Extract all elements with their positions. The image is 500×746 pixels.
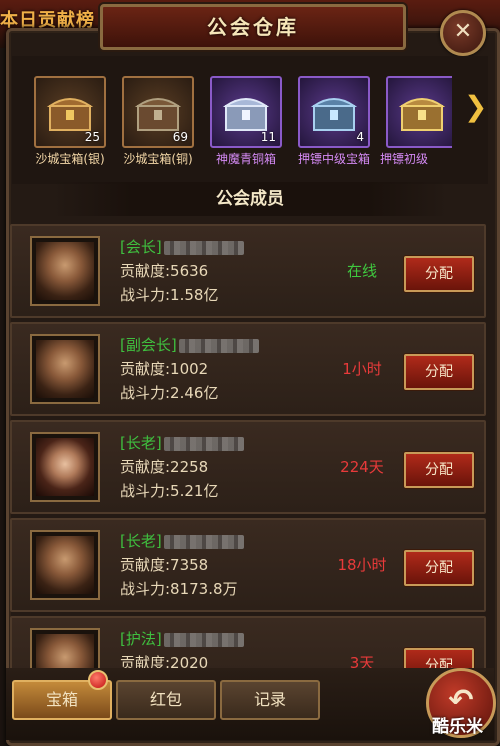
avatar (30, 628, 100, 668)
member-rank: [护法] (120, 628, 244, 649)
window-title: 公会仓库 (207, 15, 299, 39)
member-rank: [副会长] (120, 334, 259, 355)
member-status: 18小时 (337, 556, 387, 574)
assign-button[interactable]: 分配 (404, 550, 474, 586)
blurred-name (178, 338, 259, 353)
member-rank: [长老] (120, 530, 244, 551)
member-contribution: 贡献度:2258 (120, 458, 209, 476)
female-avatar-icon (36, 438, 94, 496)
item-frame: 11 (210, 76, 282, 148)
member-contribution: 贡献度:1002 (120, 360, 209, 378)
member-row: [长老] 贡献度:7358 战斗力:8173.8万 18小时 分配 (10, 518, 486, 612)
rank-label: [护法] (120, 630, 162, 648)
tab-record[interactable]: 记录 (220, 680, 320, 720)
steel-chest-icon (310, 98, 358, 131)
tab-red-packet[interactable]: 红包 (116, 680, 216, 720)
assign-button[interactable]: 分配 (404, 256, 474, 292)
item-name: 押镖中级宝箱 (297, 152, 370, 166)
assign-button[interactable]: 分配 (404, 648, 474, 668)
member-row: [长老] 贡献度:2258 战斗力:5.21亿 224天 分配 (10, 420, 486, 514)
item-frame: 25 (34, 76, 106, 148)
member-status: 224天 (340, 458, 384, 476)
member-contribution: 贡献度:7358 (120, 556, 209, 574)
item-slot[interactable]: 4 押镖中级宝箱 (292, 76, 372, 196)
male-warrior-avatar-icon (36, 242, 94, 300)
bronze-chest-icon (134, 98, 182, 131)
member-rank: [长老] (120, 432, 244, 453)
item-count: 69 (172, 130, 188, 144)
rank-label: [副会长] (120, 336, 177, 354)
blurred-name (163, 632, 244, 647)
gold-chest-icon (398, 98, 446, 131)
member-power: 战斗力:8173.8万 (120, 580, 238, 598)
avatar (30, 432, 100, 502)
item-count: 25 (84, 130, 100, 144)
member-contribution: 贡献度:5636 (120, 262, 209, 280)
item-name: 沙城宝箱(银) (35, 152, 105, 166)
avatar (30, 530, 100, 600)
member-status: 在线 (346, 262, 377, 280)
blurred-name (163, 534, 244, 549)
wooden-chest-icon (46, 98, 94, 131)
rank-label: [长老] (120, 532, 162, 550)
male-warrior-avatar-icon (36, 340, 94, 398)
warehouse-items-strip: 25 沙城宝箱(银) 69 沙城宝箱(铜) 11 神魔青铜箱 4 押镖中级宝箱 … (12, 56, 488, 184)
rank-label: [会长] (120, 238, 162, 256)
item-frame: 69 (122, 76, 194, 148)
member-row: [会长] 贡献度:5636 战斗力:1.58亿 在线 分配 (10, 224, 486, 318)
item-name: 神魔青铜箱 (215, 152, 276, 166)
notification-dot-icon (88, 670, 108, 690)
member-power: 战斗力:5.21亿 (120, 482, 219, 500)
item-count: 4 (356, 130, 364, 144)
member-row: [副会长] 贡献度:1002 战斗力:2.46亿 1小时 分配 (10, 322, 486, 416)
item-slot[interactable]: 69 沙城宝箱(铜) (116, 76, 196, 196)
item-name: 沙城宝箱(铜) (123, 152, 193, 166)
watermark: 酷乐米 (432, 717, 483, 737)
blurred-name (163, 240, 244, 255)
silver-chest-icon (222, 98, 270, 131)
member-rank: [会长] (120, 236, 244, 257)
member-contribution: 贡献度:2020 (120, 654, 209, 668)
item-slot[interactable]: 押镖初级 (380, 76, 452, 196)
member-status: 3天 (349, 654, 375, 668)
avatar (30, 334, 100, 404)
male-warrior-avatar-icon (36, 536, 94, 594)
assign-button[interactable]: 分配 (404, 354, 474, 390)
assign-button[interactable]: 分配 (404, 452, 474, 488)
rank-label: [长老] (120, 434, 162, 452)
member-power: 战斗力:2.46亿 (120, 384, 219, 402)
close-button[interactable]: ✕ (440, 10, 486, 56)
male-warrior-avatar-icon (36, 634, 94, 668)
scroll-right-arrow-icon[interactable]: ❯ (464, 90, 487, 124)
blurred-name (163, 436, 244, 451)
members-section-header: 公会成员 (52, 182, 448, 216)
member-row: [护法] 贡献度:2020 3天 分配 (10, 616, 486, 668)
member-status: 1小时 (342, 360, 382, 378)
avatar (30, 236, 100, 306)
item-count: 11 (260, 130, 276, 144)
item-frame (386, 76, 452, 148)
close-icon: ✕ (453, 19, 473, 44)
item-slot[interactable]: 11 神魔青铜箱 (204, 76, 284, 196)
item-slot[interactable]: 25 沙城宝箱(银) (28, 76, 108, 196)
item-frame: 4 (298, 76, 370, 148)
item-name: 押镖初级 (380, 152, 429, 166)
member-list[interactable]: [会长] 贡献度:5636 战斗力:1.58亿 在线 分配 [副会长] 贡献度:… (6, 220, 494, 668)
member-power: 战斗力:1.58亿 (120, 286, 219, 304)
title-plate: 公会仓库 (100, 4, 406, 50)
